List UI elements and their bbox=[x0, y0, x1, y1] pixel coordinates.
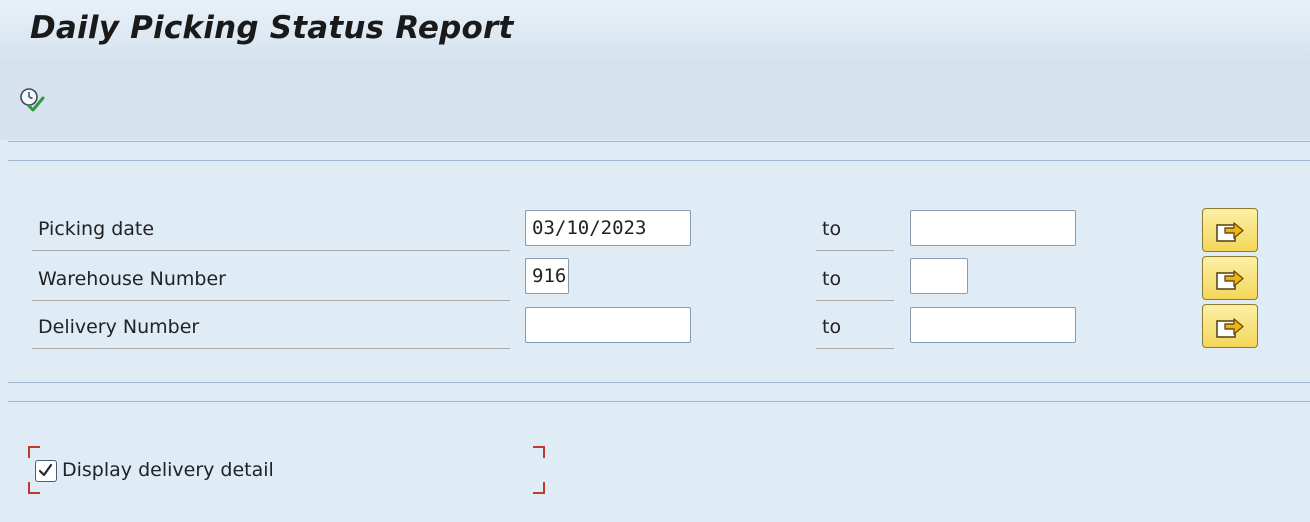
multiple-selection-arrow-icon bbox=[1216, 270, 1244, 290]
warehouse-number-multiple-selection-button[interactable] bbox=[1202, 256, 1258, 300]
delivery-number-label: Delivery Number bbox=[38, 316, 200, 338]
delivery-number-multiple-selection-button[interactable] bbox=[1202, 304, 1258, 348]
warehouse-number-label: Warehouse Number bbox=[38, 268, 226, 290]
divider bbox=[8, 382, 1310, 383]
divider bbox=[8, 141, 1310, 142]
picking-date-to-field[interactable] bbox=[910, 210, 1076, 246]
focus-corner-top-left bbox=[28, 446, 40, 458]
display-delivery-detail-checkbox[interactable] bbox=[35, 460, 57, 482]
to-label: to bbox=[822, 218, 842, 240]
checkmark-icon bbox=[38, 463, 53, 477]
label-underline bbox=[32, 300, 510, 301]
warehouse-number-to-field[interactable] bbox=[910, 258, 968, 294]
focus-corner-bottom-left bbox=[28, 482, 40, 494]
to-label: to bbox=[822, 316, 842, 338]
display-delivery-detail-label[interactable]: Display delivery detail bbox=[62, 459, 274, 481]
label-underline bbox=[32, 250, 510, 251]
page-title: Daily Picking Status Report bbox=[30, 10, 514, 46]
label-underline bbox=[816, 348, 894, 349]
delivery-number-from-field[interactable] bbox=[525, 307, 691, 343]
divider bbox=[8, 160, 1310, 161]
focus-corner-bottom-right bbox=[533, 482, 545, 494]
picking-date-multiple-selection-button[interactable] bbox=[1202, 208, 1258, 252]
picking-date-from-field[interactable]: 03/10/2023 bbox=[525, 210, 691, 246]
picking-date-label: Picking date bbox=[38, 218, 155, 240]
divider bbox=[8, 401, 1310, 402]
multiple-selection-arrow-icon bbox=[1216, 222, 1244, 242]
label-underline bbox=[816, 250, 894, 251]
warehouse-number-from-field[interactable]: 916 bbox=[525, 258, 569, 294]
label-underline bbox=[32, 348, 510, 349]
execute-button[interactable] bbox=[18, 86, 46, 114]
application-toolbar bbox=[0, 64, 1310, 140]
execute-clock-check-icon bbox=[20, 88, 45, 112]
title-bar: Daily Picking Status Report bbox=[0, 0, 1310, 64]
delivery-number-to-field[interactable] bbox=[910, 307, 1076, 343]
label-underline bbox=[816, 300, 894, 301]
focus-corner-top-right bbox=[533, 446, 545, 458]
to-label: to bbox=[822, 268, 842, 290]
multiple-selection-arrow-icon bbox=[1216, 318, 1244, 338]
